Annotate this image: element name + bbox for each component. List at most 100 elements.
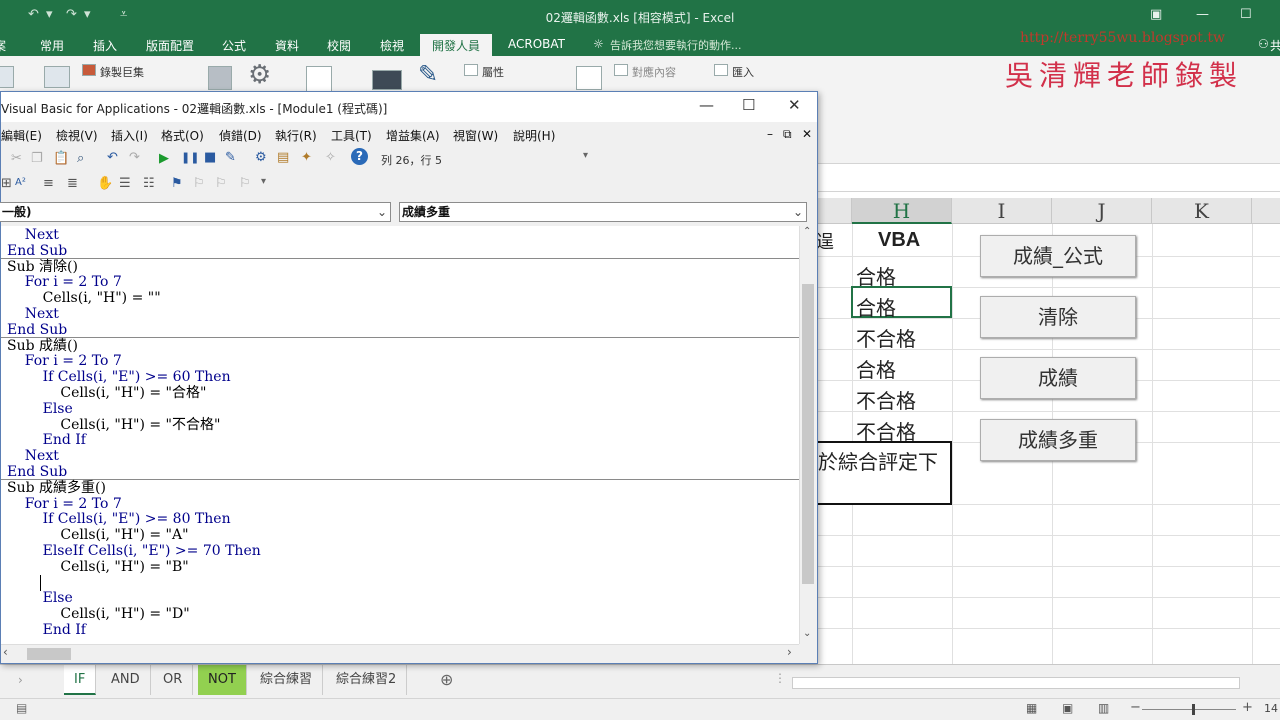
tell-me-box[interactable]: 告訴我您想要執行的動作... [610,37,742,53]
menu-insert[interactable]: 插入(I) [111,127,148,144]
cell-h3[interactable]: 合格 [856,292,896,321]
macro-record-icon[interactable]: ▤ [16,701,27,715]
zoom-level[interactable]: 14 [1264,702,1278,715]
break-icon[interactable]: ❚❚ [181,151,199,164]
page-break-view-icon[interactable]: ▥ [1098,701,1109,715]
code-line[interactable]: Next [7,227,59,243]
code-line[interactable]: If Cells(i, "E") >= 60 Then [7,369,231,385]
module-restore-icon[interactable]: ⧉ [783,127,792,142]
record-macro-button[interactable]: 錄製巨集 [100,64,144,80]
code-line[interactable]: For i = 2 To 7 [7,353,122,369]
tab-data[interactable]: 資料 [275,37,299,54]
paste-icon[interactable]: 📋 [53,151,69,166]
cell-h4[interactable]: 不合格 [856,323,916,352]
column-header-l[interactable] [1252,198,1280,224]
cut-icon[interactable]: ✂ [11,151,22,166]
scroll-left-icon[interactable]: ‹ [3,645,8,659]
scroll-down-icon[interactable]: ⌄ [803,628,811,639]
clear-button[interactable]: 清除 [980,296,1136,338]
code-line[interactable]: Else [7,590,73,606]
zoom-slider[interactable] [1142,709,1236,710]
find-icon[interactable]: ⌕ [77,151,84,166]
properties-window-icon[interactable]: ▤ [277,150,289,165]
maximize-icon[interactable]: ☐ [1240,7,1252,22]
tab-developer[interactable]: 開發人員 [420,34,493,56]
code-vertical-thumb[interactable] [802,284,814,584]
toggle-breakpoint-icon[interactable]: ✋ [97,176,113,191]
code-line[interactable]: For i = 2 To 7 [7,496,122,512]
next-bookmark-icon[interactable]: ⚐ [193,176,205,191]
addins-icon[interactable] [208,66,232,90]
outdent-icon[interactable]: ≣ [67,176,78,191]
gear-icon[interactable]: ⚙ [248,60,271,90]
toolbar2-overflow-icon[interactable]: ▾ [261,176,266,187]
share-label[interactable]: 共 [1270,37,1280,54]
menu-debug[interactable]: 偵錯(D) [219,127,262,144]
menu-view[interactable]: 檢視(V) [56,127,98,144]
zoom-slider-thumb[interactable] [1192,704,1195,715]
code-line[interactable]: End Sub [7,464,67,480]
sheet-nav-next-icon[interactable]: › [18,673,23,687]
import-button[interactable]: 匯入 [732,64,754,80]
menu-addins[interactable]: 增益集(A) [386,127,440,144]
clear-bookmarks-icon[interactable]: ⚐ [239,176,251,191]
horizontal-scrollbar[interactable] [792,677,1240,689]
tab-view[interactable]: 檢視 [380,37,404,54]
object-browser-icon[interactable]: ✦ [301,150,312,165]
copy-icon[interactable]: ❐ [31,151,43,166]
formula-bar[interactable] [818,164,1280,192]
score-formula-button[interactable]: 成績_公式 [980,235,1136,277]
tab-file[interactable]: 案 [0,37,6,54]
code-line[interactable]: Next [7,448,59,464]
sheet-tab-and[interactable]: AND [101,665,151,695]
code-line[interactable]: ElseIf Cells(i, "E") >= 70 Then [7,543,261,559]
insert-controls-icon[interactable] [372,70,402,90]
menu-run[interactable]: 執行(R) [275,127,317,144]
sheet-tab-practice2[interactable]: 綜合練習2 [326,665,408,695]
code-line[interactable]: Sub 清除() [7,259,78,275]
column-header-h[interactable]: H [852,198,952,224]
share-icon[interactable]: ⚇ [1258,37,1269,51]
run-icon[interactable]: ▶ [159,151,169,166]
code-line[interactable]: Cells(i, "H") = "B" [7,559,188,575]
com-addins-icon[interactable] [306,66,332,92]
menu-window[interactable]: 視窗(W) [453,127,498,144]
undo-code-icon[interactable]: ↶ [107,150,118,165]
tab-page-layout[interactable]: 版面配置 [146,37,194,54]
cell-h1[interactable]: VBA [878,229,920,252]
column-header-k[interactable]: K [1152,198,1252,224]
code-line[interactable]: If Cells(i, "E") >= 80 Then [7,511,231,527]
code-horizontal-scrollbar[interactable]: ‹ › [1,644,799,662]
visual-basic-icon[interactable] [0,66,14,88]
list-constants-icon[interactable]: A² [15,177,26,188]
scroll-up-icon[interactable]: ⌃ [803,226,811,237]
column-header-i[interactable]: I [952,198,1052,224]
new-sheet-icon[interactable]: ⊕ [440,670,453,689]
code-line[interactable]: Cells(i, "H") = "D" [7,606,189,622]
tab-formulas[interactable]: 公式 [222,37,246,54]
page-layout-view-icon[interactable]: ▣ [1062,701,1073,715]
comment-block-icon[interactable]: ☰ [119,176,131,191]
zoom-out-icon[interactable]: − [1130,700,1141,715]
code-line[interactable]: Else [7,401,73,417]
code-line[interactable]: Cells(i, "H") = "A" [7,527,188,543]
ribbon-display-icon[interactable]: ▣ [1150,7,1162,22]
menu-help[interactable]: 說明(H) [513,127,555,144]
zoom-in-icon[interactable]: + [1242,700,1253,715]
code-line[interactable]: Cells(i, "H") = "" [7,290,161,306]
menu-edit[interactable]: 編輯(E) [1,127,42,144]
tab-acrobat[interactable]: ACROBAT [508,37,565,51]
map-properties-button[interactable]: 對應內容 [632,64,676,80]
code-line[interactable]: For i = 2 To 7 [7,274,122,290]
sheet-tab-practice[interactable]: 綜合練習 [250,665,324,695]
code-vertical-scrollbar[interactable]: ⌃ ⌄ [799,226,815,644]
procedure-combo[interactable]: 成績多重 ⌄ [399,202,807,222]
sheet-tab-if[interactable]: IF [64,665,97,695]
source-icon[interactable] [576,66,602,90]
scroll-right-icon[interactable]: › [787,645,792,659]
minimize-icon[interactable]: — [1196,7,1209,22]
menu-tools[interactable]: 工具(T) [331,127,372,144]
cell-g1-partial[interactable]: 逞 [818,228,834,254]
code-line[interactable]: Cells(i, "H") = "合格" [7,385,206,401]
toolbar-overflow-icon[interactable]: ▾ [583,150,588,161]
